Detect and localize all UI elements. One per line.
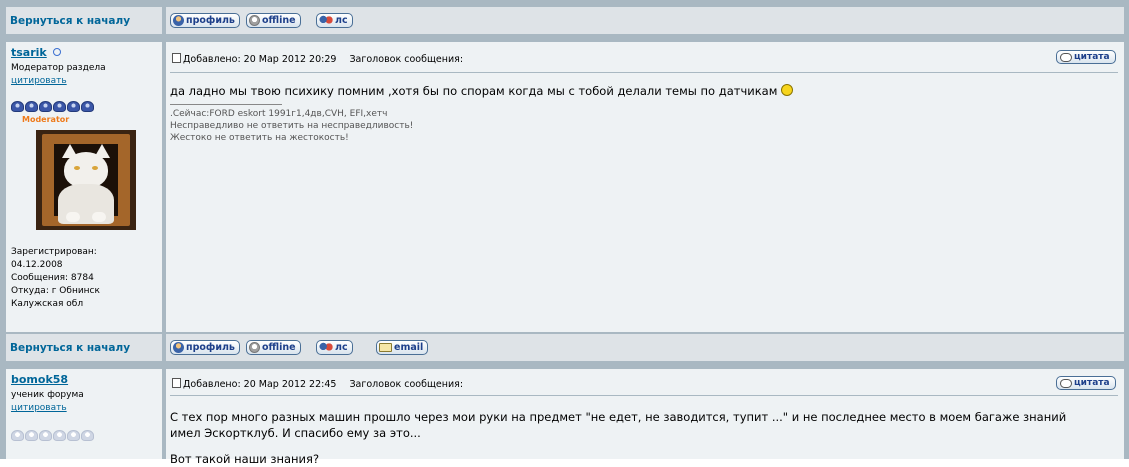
rank-star-icon	[81, 101, 94, 112]
rank-star-icon	[67, 101, 80, 112]
forum-table: Вернуться к началу профиль offline лс ts…	[0, 0, 1129, 466]
moderator-badge: Moderator	[22, 115, 70, 124]
rank-star-icon	[25, 101, 38, 112]
rank-star-icon	[39, 101, 52, 112]
signature-line: Несправедливо не ответить на несправедли…	[170, 121, 414, 131]
avatar-cat-head	[64, 152, 108, 188]
signature-divider	[170, 104, 282, 105]
rank-star-icon	[67, 430, 80, 441]
avatar-cat-eye	[92, 166, 98, 170]
profile-button-label: профиль	[186, 342, 235, 353]
post-content-cell: Добавлено: 20 Мар 2012 22:45 Заголовок с…	[166, 369, 1124, 466]
author-details: Зарегистрирован: 04.12.2008 Сообщения: 8…	[11, 246, 100, 311]
post-icon	[172, 53, 181, 63]
rank-star-icon	[53, 430, 66, 441]
post-divider	[170, 395, 1118, 396]
post-actions-row-top: Вернуться к началу профиль offline лс	[0, 7, 1124, 34]
male-icon	[53, 48, 61, 56]
pm-button-label: лс	[335, 342, 348, 353]
avatar-cat-paw	[92, 212, 106, 222]
signature-line: .Сейчас:FORD eskort 1991г1,4дв,CVH, EFI,…	[170, 109, 388, 119]
back-to-top-link[interactable]: Вернуться к началу	[10, 342, 130, 354]
bulb-icon	[249, 15, 260, 26]
quote-user-link[interactable]: цитировать	[11, 76, 67, 86]
offline-button-label: offline	[262, 15, 296, 26]
post-text: да ладно мы твою психику помним ,хотя бы…	[170, 83, 794, 99]
pm-button[interactable]: лс	[316, 340, 353, 355]
quote-button-label: цитата	[1074, 52, 1110, 62]
avatar-cat-paw	[66, 212, 80, 222]
author-name[interactable]: tsarik	[11, 46, 47, 59]
post-header: Добавлено: 20 Мар 2012 20:29 Заголовок с…	[172, 53, 463, 65]
post-actions-row: Вернуться к началу профиль offline лс em…	[0, 334, 1124, 361]
pm-button-label: лс	[335, 15, 348, 26]
profile-button-label: профиль	[186, 15, 235, 26]
avatar	[36, 130, 136, 230]
rank-star-icon	[39, 430, 52, 441]
smiley-icon	[781, 84, 794, 96]
quote-button-label: цитата	[1074, 378, 1110, 388]
quote-button[interactable]: цитата	[1056, 50, 1116, 64]
post-subject-label: Заголовок сообщения:	[349, 379, 464, 390]
user-icon	[173, 15, 184, 26]
rank-stars	[11, 430, 94, 441]
envelope-icon	[379, 343, 392, 352]
email-button-label: email	[394, 342, 424, 353]
author-name[interactable]: bomok58	[11, 373, 68, 386]
profile-button[interactable]: профиль	[170, 340, 240, 355]
message-count: Сообщения: 8784	[11, 273, 94, 283]
post-date: Добавлено: 20 Мар 2012 20:29	[183, 54, 337, 65]
quote-user-link[interactable]: цитировать	[11, 403, 67, 413]
users-icon	[319, 342, 333, 353]
post-text: С тех пор много разных машин прошло чере…	[170, 410, 1067, 440]
post-divider	[170, 72, 1118, 73]
post-author-cell: tsarik Модератор раздела цитировать Mode…	[6, 42, 162, 332]
rank-star-icon	[81, 430, 94, 441]
pm-button[interactable]: лс	[316, 13, 353, 28]
back-to-top-link[interactable]: Вернуться к началу	[10, 15, 130, 27]
rank-stars	[11, 101, 94, 112]
speech-bubble-icon	[1060, 378, 1072, 388]
post-subject-label: Заголовок сообщения:	[349, 54, 464, 65]
post-icon	[172, 378, 181, 388]
author-rank: Модератор раздела	[11, 63, 106, 73]
post-row: bomok58 ученик форума цитировать Добавле…	[0, 369, 1124, 466]
users-icon	[319, 15, 333, 26]
author-location: Откуда: г Обнинск	[11, 286, 100, 296]
quote-button[interactable]: цитата	[1056, 376, 1116, 390]
profile-button[interactable]: профиль	[170, 13, 240, 28]
user-icon	[173, 342, 184, 353]
author-region: Калужская обл	[11, 299, 84, 309]
author-rank: ученик форума	[11, 390, 84, 400]
post-date: Добавлено: 20 Мар 2012 22:45	[183, 379, 337, 390]
rank-star-icon	[11, 101, 24, 112]
actions-right-cell: профиль offline лс email	[166, 334, 1124, 361]
rank-star-icon	[53, 101, 66, 112]
bulb-icon	[249, 342, 260, 353]
avatar-cat-eye	[74, 166, 80, 170]
actions-left-cell: Вернуться к началу	[6, 334, 162, 361]
post-header: Добавлено: 20 Мар 2012 22:45 Заголовок с…	[172, 378, 463, 390]
signature-line: Жестоко не ответить на жестокость!	[170, 133, 349, 143]
post-content-cell: Добавлено: 20 Мар 2012 20:29 Заголовок с…	[166, 42, 1124, 332]
rank-star-icon	[25, 430, 38, 441]
post-text-content: да ладно мы твою психику помним ,хотя бы…	[170, 84, 778, 98]
speech-bubble-icon	[1060, 52, 1072, 62]
offline-button-label: offline	[262, 342, 296, 353]
offline-button[interactable]: offline	[246, 340, 301, 355]
registered-date: 04.12.2008	[11, 260, 63, 270]
actions-left-cell: Вернуться к началу	[6, 7, 162, 34]
rank-star-icon	[11, 430, 24, 441]
post-author-cell: bomok58 ученик форума цитировать	[6, 369, 162, 459]
post-row: tsarik Модератор раздела цитировать Mode…	[0, 42, 1124, 332]
signature: .Сейчас:FORD eskort 1991г1,4дв,CVH, EFI,…	[170, 102, 413, 144]
registered-label: Зарегистрирован:	[11, 247, 97, 257]
offline-button[interactable]: offline	[246, 13, 301, 28]
email-button[interactable]: email	[376, 340, 429, 355]
actions-right-cell: профиль offline лс	[166, 7, 1124, 34]
post-text-cut: Вот такой наши знания?	[170, 452, 320, 466]
